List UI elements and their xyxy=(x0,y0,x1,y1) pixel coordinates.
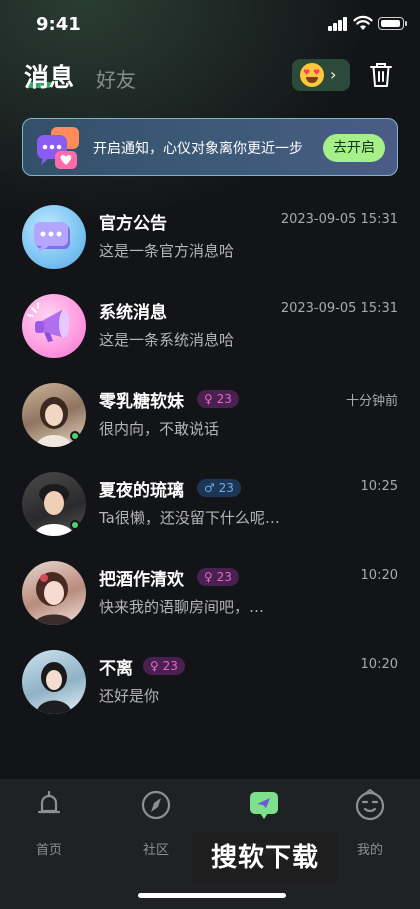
megaphone-3d-icon xyxy=(27,302,69,342)
heart-eyes-emoji-icon: ♥ ♥ xyxy=(300,63,324,87)
cellular-signal-icon xyxy=(328,17,348,31)
bell-icon xyxy=(37,790,61,814)
wifi-icon xyxy=(353,15,373,30)
tab-home[interactable]: 首页 xyxy=(7,779,91,869)
age-label: 23 xyxy=(218,481,234,495)
conversation-time: 10:20 xyxy=(360,657,398,672)
tab-community[interactable]: 社区 xyxy=(114,779,198,869)
conversation-preview: 这是一条系统消息哈 xyxy=(99,331,235,349)
conversation-preview: 快来我的语聊房间吧，… xyxy=(99,598,265,616)
enable-notifications-button[interactable]: 去开启 xyxy=(323,134,385,162)
age-label: 23 xyxy=(216,392,232,406)
mood-status-button[interactable]: ♥ ♥ › xyxy=(292,59,350,91)
female-icon: ♀ xyxy=(204,392,213,406)
conversation-time: 2023-09-05 15:31 xyxy=(280,212,398,227)
chat-bubble-3d-icon xyxy=(34,222,70,253)
official-announcement-avatar xyxy=(22,205,86,269)
conversation-time: 2023-09-05 15:31 xyxy=(280,301,398,316)
conversation-preview: 很内向，不敢说话 xyxy=(99,420,220,438)
male-icon: ♂ xyxy=(204,481,215,495)
notification-banner[interactable]: 开启通知，心仪对象离你更近一步 去开启 xyxy=(22,118,398,176)
conversation-time: 十分钟前 xyxy=(345,394,398,409)
conversation-name: 零乳糖软妹 xyxy=(99,392,184,412)
tab-label: 社区 xyxy=(142,843,169,858)
conversation-row-user[interactable]: 把酒作清欢 ♀ 23 10:20 快来我的语聊房间吧，… xyxy=(0,546,420,632)
home-indicator xyxy=(138,893,286,898)
status-bar: 9:41 xyxy=(0,0,420,50)
profile-face-icon xyxy=(355,789,385,821)
compass-icon xyxy=(141,790,171,820)
conversation-row-user[interactable]: 不离 ♀ 23 10:20 还好是你 xyxy=(0,635,420,721)
age-label: 23 xyxy=(162,659,178,673)
system-message-avatar xyxy=(22,294,86,358)
header: 消息 好友 ♥ ♥ › xyxy=(0,52,420,100)
user-photo-icon xyxy=(34,572,74,625)
user-avatar xyxy=(22,561,86,625)
tab-profile[interactable]: 我的 xyxy=(328,779,412,869)
conversation-name: 夏夜的琉璃 xyxy=(99,481,184,501)
female-icon: ♀ xyxy=(204,570,213,584)
conversation-preview: Ta很懒，还没留下什么呢… xyxy=(99,509,280,527)
gender-age-badge: ♂ 23 xyxy=(197,479,241,497)
conversation-name: 不离 xyxy=(99,659,133,679)
conversation-name: 系统消息 xyxy=(99,303,167,323)
conversation-preview: 还好是你 xyxy=(99,687,160,705)
tab-messages[interactable]: 消息 xyxy=(24,58,74,94)
chevron-right-icon: › xyxy=(330,65,337,84)
online-status-dot xyxy=(70,431,80,441)
female-icon: ♀ xyxy=(150,659,159,673)
watermark: 搜软下载 xyxy=(192,833,338,883)
conversation-preview: 这是一条官方消息哈 xyxy=(99,242,235,260)
online-status-dot xyxy=(70,520,80,530)
age-label: 23 xyxy=(216,570,232,584)
conversation-row-official[interactable]: 官方公告 2023-09-05 15:31 这是一条官方消息哈 xyxy=(0,190,420,276)
conversation-time: 10:20 xyxy=(360,568,398,583)
tab-label: 首页 xyxy=(35,843,62,858)
tab-label: 我的 xyxy=(356,843,383,858)
conversation-row-user[interactable]: 零乳糖软妹 ♀ 23 十分钟前 很内向，不敢说话 xyxy=(0,368,420,454)
conversation-name: 官方公告 xyxy=(99,214,167,234)
battery-icon xyxy=(378,17,407,30)
message-icon xyxy=(250,792,278,819)
chat-hearts-icon xyxy=(37,127,79,169)
user-avatar xyxy=(22,650,86,714)
conversation-name: 把酒作清欢 xyxy=(99,570,184,590)
gender-age-badge: ♀ 23 xyxy=(197,390,239,408)
tab-friends[interactable]: 好友 xyxy=(96,64,136,93)
user-photo-icon xyxy=(36,662,72,714)
conversation-row-system[interactable]: 系统消息 2023-09-05 15:31 这是一条系统消息哈 xyxy=(0,279,420,365)
conversation-row-user[interactable]: 夏夜的琉璃 ♂ 23 10:25 Ta很懒，还没留下什么呢… xyxy=(0,457,420,543)
gender-age-badge: ♀ 23 xyxy=(197,568,239,586)
conversation-time: 10:25 xyxy=(360,479,398,494)
gender-age-badge: ♀ 23 xyxy=(143,657,185,675)
status-time: 9:41 xyxy=(36,14,81,35)
banner-text: 开启通知，心仪对象离你更近一步 xyxy=(93,141,303,157)
trash-icon[interactable] xyxy=(368,61,394,89)
